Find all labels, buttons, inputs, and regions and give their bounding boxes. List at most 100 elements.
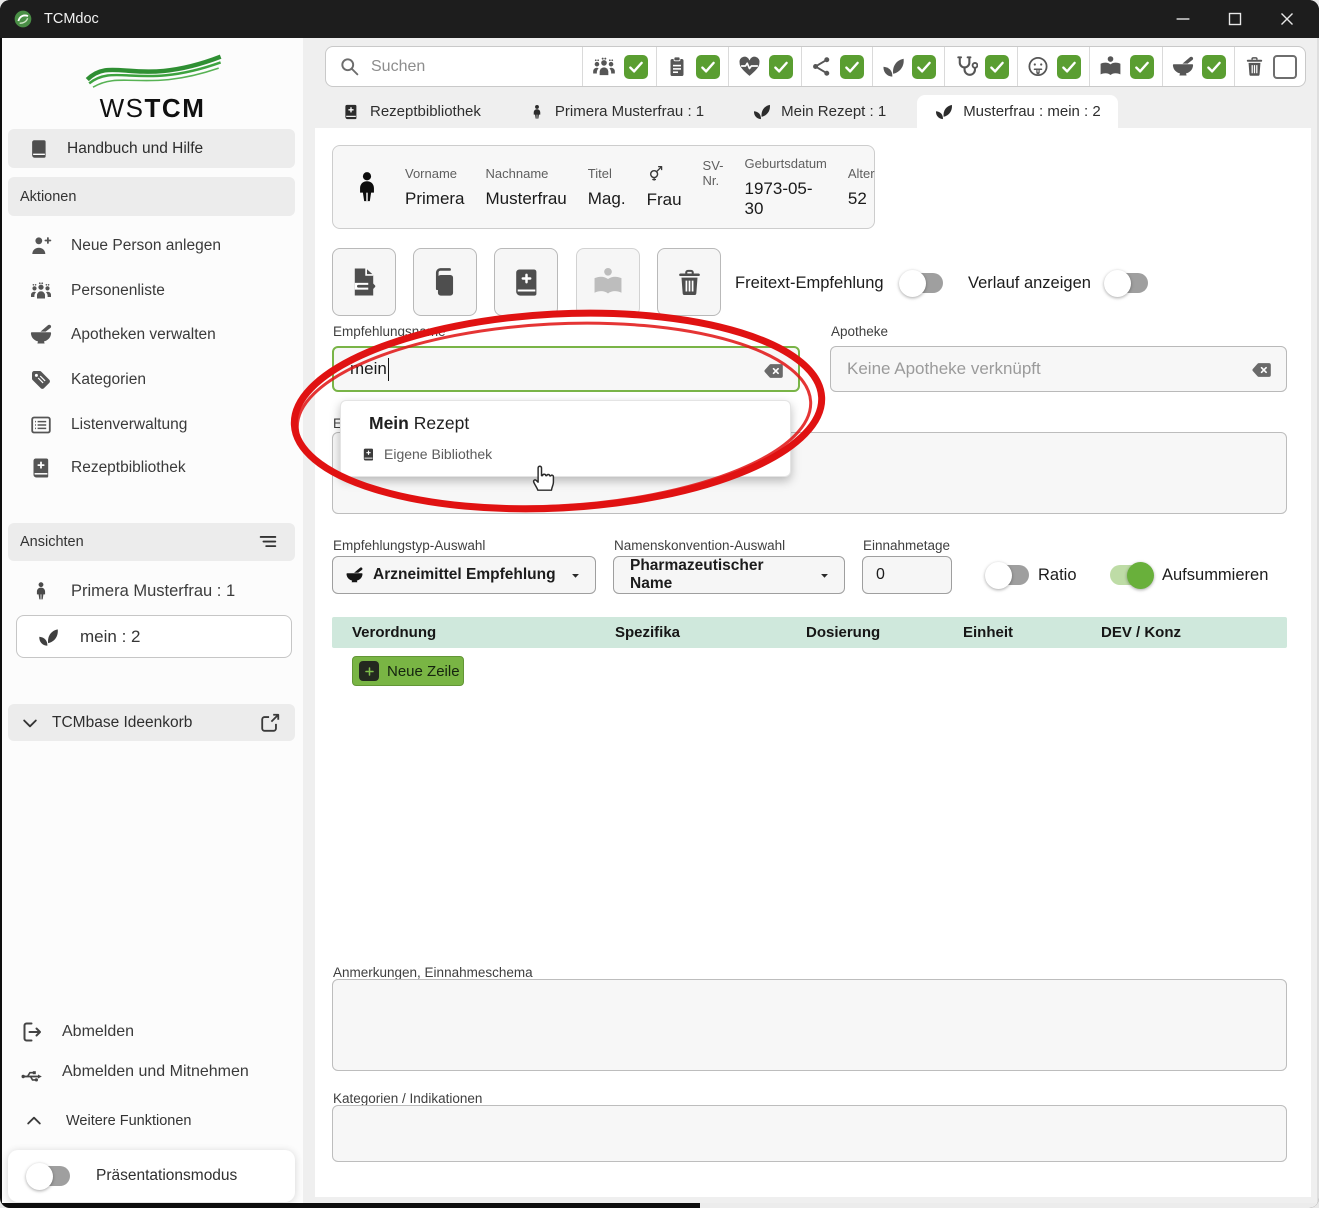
kategorien-textarea[interactable] [332,1105,1287,1162]
seedling-icon [934,102,953,121]
filter-checkbox-share[interactable] [840,55,864,79]
sidebar-item-label: Weitere Funktionen [66,1113,191,1129]
filter-checkbox-library[interactable] [1130,55,1154,79]
sidebar-item-label: Kategorien [71,371,146,389]
column-spezifika: Spezifika [615,617,680,648]
patient-field-geburtsdatum: Geburtsdatum 1973-05-30 [745,156,827,219]
sidebar-item-weitere-funktionen[interactable]: Weitere Funktionen [8,1104,295,1138]
apotheke-input[interactable]: Keine Apotheke verknüpft [830,346,1287,392]
anmerkungen-label: Anmerkungen, Einnahmeschema [333,965,533,980]
search-input[interactable]: Suchen [326,47,582,86]
sidebar-item-tcmbase[interactable]: TCMbase Ideenkorb [8,704,295,741]
sidebar-item-rezeptbibliothek[interactable]: Rezeptbibliothek [8,447,295,489]
new-row-button[interactable]: Neue Zeile [352,656,464,686]
sort-icon[interactable] [257,531,279,553]
filter-checkbox-anamnesis[interactable] [696,55,720,79]
column-dev-konz: DEV / Konz [1101,617,1181,648]
people-group-icon [29,279,53,303]
empfehlungsname-input[interactable]: mein [332,346,800,392]
sidebar-item-abmelden-mitnehmen[interactable]: Abmelden und Mitnehmen [8,1054,295,1090]
close-button[interactable] [1261,0,1313,38]
filter-checkbox-trash[interactable] [1273,55,1297,79]
seedling-icon [752,102,771,121]
maximize-button[interactable] [1209,0,1261,38]
external-link-icon[interactable] [259,712,281,734]
verlauf-toggle[interactable] [1106,273,1148,293]
einnahmetage-value: 0 [876,566,885,584]
view-item-mein-selected[interactable]: mein : 2 [16,615,292,658]
sidebar-item-listenverwaltung[interactable]: Listenverwaltung [8,404,295,446]
trash-icon [1243,55,1266,78]
anmerkungen-textarea[interactable] [332,979,1287,1071]
view-item-primera-musterfrau[interactable]: Primera Musterfrau : 1 [8,573,295,609]
tab-mein-rezept[interactable]: Mein Rezept : 1 [735,95,903,128]
filter-checkbox-tongue[interactable] [1057,55,1081,79]
chevron-up-icon [24,1111,44,1131]
trash-icon [674,267,705,298]
aufsummieren-toggle[interactable] [1110,565,1152,585]
filter-checkbox-persons[interactable] [624,55,648,79]
filter-group-diagnosis[interactable] [944,47,1017,86]
maximize-icon [1224,8,1246,30]
filter-group-persons[interactable] [582,47,656,86]
titlebar: TCMdoc [0,0,1319,38]
presentation-mode-toggle[interactable] [28,1166,70,1186]
sidebar-item-handbuch[interactable]: Handbuch und Hilfe [8,129,295,168]
stethoscope-icon [953,54,978,79]
column-einheit: Einheit [963,617,1013,648]
filter-group-trash[interactable] [1234,47,1305,86]
clear-field-icon[interactable] [762,360,786,382]
filter-group-vitals[interactable] [728,47,801,86]
column-dosierung: Dosierung [806,617,880,648]
person-icon [31,580,51,602]
filter-checkbox-diagnosis[interactable] [985,55,1009,79]
filter-checkbox-pharmacy[interactable] [1202,55,1226,79]
tab-musterfrau-mein-active[interactable]: Musterfrau : mein : 2 [917,95,1118,128]
text-cursor [388,358,389,381]
tab-rezeptbibliothek[interactable]: Rezeptbibliothek [325,95,498,128]
apotheke-label: Apotheke [831,324,888,339]
freitext-toggle[interactable] [901,273,943,293]
freitext-toggle-label: Freitext-Empfehlung [735,271,884,295]
copy-recommendation-button[interactable] [413,248,477,316]
main-area: Suchen [303,38,1317,1203]
window-title: TCMdoc [44,11,99,27]
namenskonvention-select[interactable]: Pharmazeutischer Name [613,556,845,594]
empfehlungstyp-select[interactable]: Arzneimittel Empfehlung [332,556,596,594]
filter-checkbox-recipes[interactable] [912,55,936,79]
sidebar-item-abmelden[interactable]: Abmelden [8,1014,295,1050]
sidebar-item-apotheken[interactable]: Apotheken verwalten [8,314,295,356]
tab-label: Rezeptbibliothek [370,103,481,120]
book-icon [28,138,50,160]
clipboard-icon [665,55,689,79]
filter-group-recipes[interactable] [872,47,944,86]
sidebar-item-personenliste[interactable]: Personenliste [8,270,295,312]
save-to-library-button[interactable] [494,248,558,316]
filter-group-share[interactable] [801,47,872,86]
open-library-button[interactable] [576,248,640,316]
prescription-table-header: Verordnung Spezifika Dosierung Einheit D… [332,617,1287,648]
people-group-icon [591,54,617,80]
ratio-toggle[interactable] [987,565,1029,585]
section-header-ansichten: Ansichten [8,523,295,561]
empfehlungstyp-label: Empfehlungstyp-Auswahl [333,538,485,553]
check-icon [699,58,717,76]
sidebar-item-kategorien[interactable]: Kategorien [8,359,295,401]
check-icon [627,58,645,76]
suggestion-item[interactable]: Mein Rezept [369,413,469,434]
export-recommendation-button[interactable] [332,248,396,316]
minimize-button[interactable] [1157,0,1209,38]
filter-group-pharmacy[interactable] [1162,47,1234,86]
sidebar-item-label: Listenverwaltung [71,416,187,434]
filter-group-tongue[interactable] [1017,47,1089,86]
filter-group-anamnesis[interactable] [656,47,728,86]
filter-group-library[interactable] [1089,47,1162,86]
filter-checkbox-vitals[interactable] [769,55,793,79]
chevron-down-icon[interactable] [20,713,40,733]
einnahmetage-input[interactable]: 0 [862,556,952,594]
logo-text-tcm: TCM [145,93,206,123]
delete-recommendation-button[interactable] [657,248,721,316]
tab-primera-musterfrau[interactable]: Primera Musterfrau : 1 [512,95,721,128]
clear-field-icon[interactable] [1250,359,1274,381]
sidebar-item-neue-person[interactable]: Neue Person anlegen [8,225,295,267]
